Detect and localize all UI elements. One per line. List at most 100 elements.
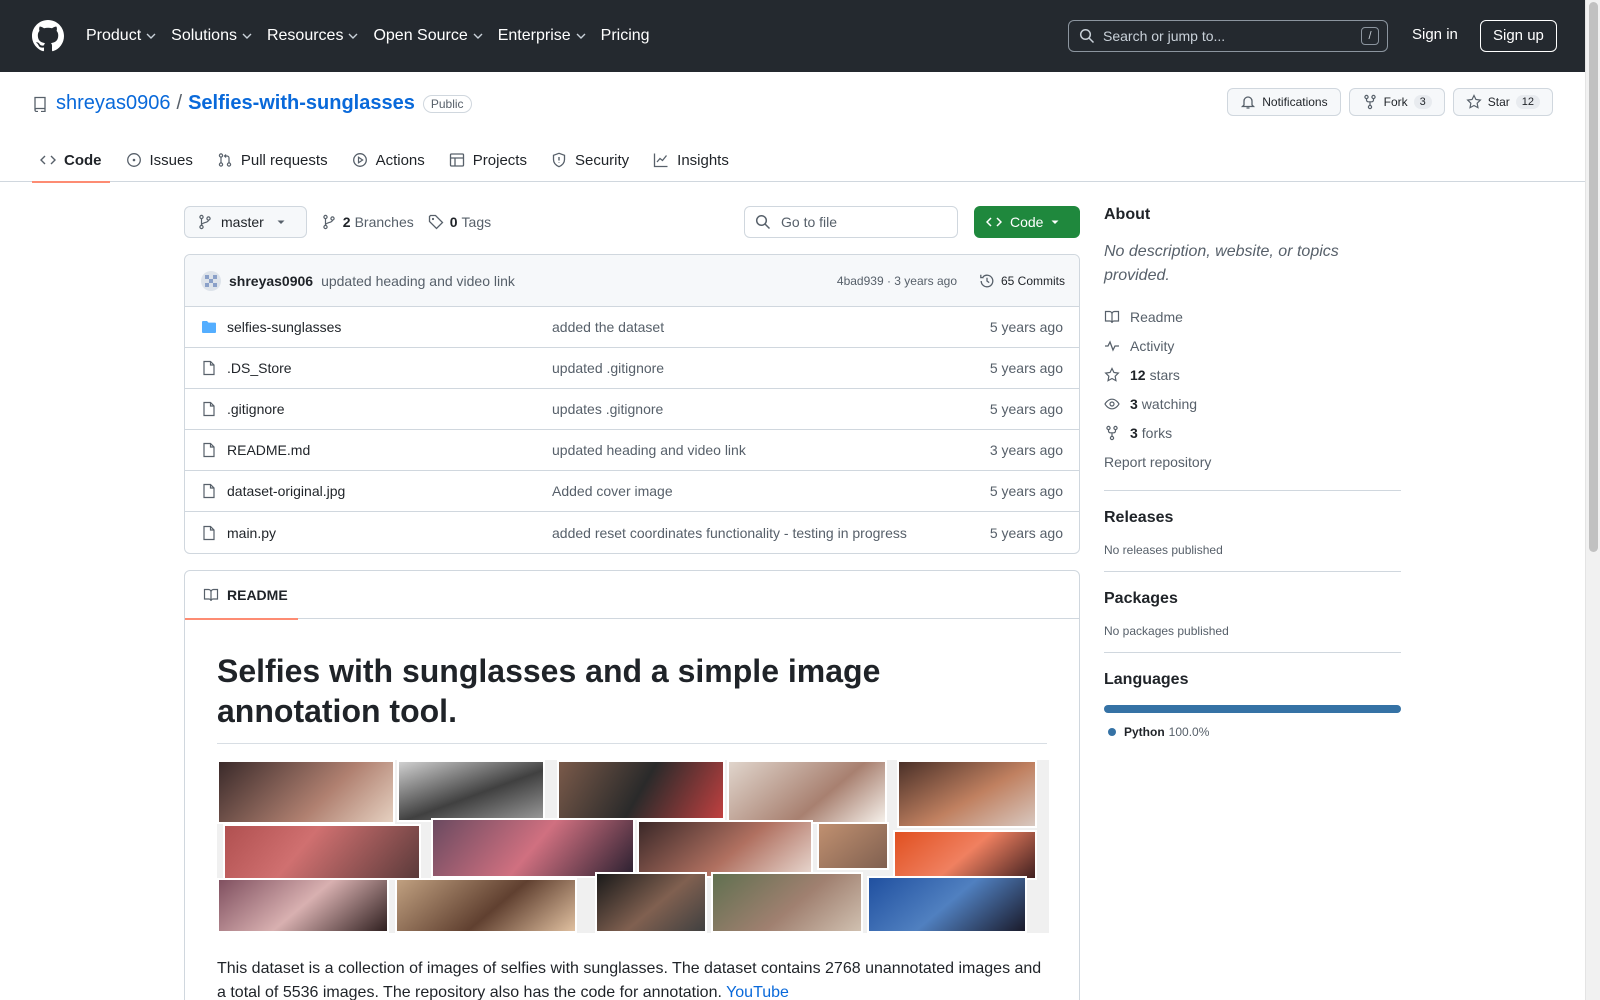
go-to-file-placeholder: Go to file [781, 214, 838, 230]
file-commit-message[interactable]: added reset coordinates functionality - … [552, 525, 907, 541]
tab-label: Security [574, 151, 630, 169]
youtube-link[interactable]: YouTube [726, 984, 789, 1000]
commits-history-link[interactable]: 65 Commits [979, 273, 1065, 289]
repo-title: shreyas0906 / Selfies-with-sunglasses Pu… [32, 92, 472, 115]
nav-product[interactable]: Product [86, 27, 157, 45]
nav-pricing[interactable]: Pricing [601, 27, 650, 45]
tab-projects[interactable]: Projects [441, 138, 535, 182]
file-commit-message[interactable]: Added cover image [552, 483, 673, 499]
tab-security[interactable]: Security [543, 138, 637, 182]
sign-up-button[interactable]: Sign up [1480, 20, 1557, 52]
file-commit-message[interactable]: added the dataset [552, 319, 664, 335]
collage-photo [397, 760, 545, 822]
nav-resources[interactable]: Resources [267, 27, 359, 45]
file-commit-message[interactable]: updated .gitignore [552, 360, 664, 376]
repo-name-link[interactable]: Selfies-with-sunglasses [188, 92, 415, 115]
about-heading: About [1104, 206, 1151, 223]
scrollbar-thumb[interactable] [1589, 2, 1598, 552]
file-icon [203, 442, 215, 458]
fork-icon [1363, 94, 1376, 110]
tab-pull-requests[interactable]: Pull requests [209, 138, 336, 182]
forks-link[interactable]: 3 forks [1104, 418, 1401, 447]
notifications-button[interactable]: Notifications [1227, 88, 1341, 116]
chevron-down-icon [473, 33, 483, 39]
search-shortcut-key: / [1361, 27, 1379, 45]
tags-link[interactable]: 0 Tags [428, 214, 491, 230]
releases-heading[interactable]: Releases [1104, 509, 1401, 527]
languages-section: Languages Python 100.0% [1104, 652, 1401, 739]
forks-count: 3 [1130, 424, 1138, 441]
nav-enterprise[interactable]: Enterprise [498, 27, 587, 45]
activity-link[interactable]: Activity [1104, 331, 1401, 360]
tab-insights[interactable]: Insights [645, 138, 737, 182]
packages-heading[interactable]: Packages [1104, 590, 1401, 608]
nav-label: Open Source [373, 27, 468, 44]
fork-icon [1106, 425, 1118, 440]
sign-in-link[interactable]: Sign in [1412, 26, 1458, 43]
commit-hash-and-time[interactable]: 4bad939 · 3 years ago [837, 274, 957, 288]
watching-count: 3 [1130, 395, 1138, 412]
nav-label: Product [86, 27, 142, 44]
file-age: 5 years ago [989, 524, 1063, 541]
stars-link[interactable]: 12 stars [1104, 360, 1401, 389]
code-dropdown-button[interactable]: Code [974, 206, 1080, 238]
watching-link[interactable]: 3 watching [1104, 389, 1401, 418]
file-age: 5 years ago [989, 319, 1063, 335]
file-row[interactable]: .gitignore updates .gitignore 5 years ag… [185, 389, 1079, 430]
branches-link[interactable]: 2 Branches [321, 214, 414, 230]
readme-title: Selfies with sunglasses and a simple ima… [217, 651, 1047, 744]
global-search-input[interactable]: Search or jump to... / [1068, 20, 1388, 52]
collage-photo [557, 760, 725, 820]
branch-selector[interactable]: master [184, 206, 307, 238]
file-row[interactable]: dataset-original.jpg Added cover image 5… [185, 471, 1079, 512]
file-row[interactable]: README.md updated heading and video link… [185, 430, 1079, 471]
language-item[interactable]: Python 100.0% [1104, 725, 1401, 739]
report-repository-link[interactable]: Report repository [1104, 447, 1401, 476]
repo-owner-link[interactable]: shreyas0906 [56, 92, 171, 115]
file-name-link[interactable]: main.py [227, 525, 552, 541]
page-scrollbar[interactable] [1585, 0, 1600, 1000]
chevron-down-icon [348, 33, 358, 39]
nav-solutions[interactable]: Solutions [171, 27, 253, 45]
eye-icon [1104, 398, 1120, 409]
nav-open-source[interactable]: Open Source [373, 27, 483, 45]
file-name-link[interactable]: README.md [227, 442, 552, 458]
github-logo-icon[interactable] [32, 20, 64, 52]
collage-photo [395, 878, 577, 933]
tab-actions[interactable]: Actions [344, 138, 433, 182]
tab-label: Code [64, 151, 102, 169]
fork-count: 3 [1413, 95, 1432, 109]
file-row[interactable]: main.py added reset coordinates function… [185, 512, 1079, 553]
file-name-link[interactable]: dataset-original.jpg [227, 483, 552, 499]
collage-photo [217, 878, 389, 933]
language-color-dot [1108, 728, 1116, 736]
branch-icon [199, 214, 211, 230]
collage-photo [223, 824, 421, 880]
readme-paragraph-text: This dataset is a collection of images o… [217, 960, 1042, 1000]
go-to-file-input[interactable]: Go to file [744, 206, 958, 238]
star-button[interactable]: Star 12 [1452, 88, 1553, 116]
file-name-link[interactable]: .DS_Store [227, 360, 552, 376]
file-row-folder[interactable]: selfies-sunglasses added the dataset 5 y… [185, 307, 1079, 348]
notifications-label: Notifications [1262, 95, 1328, 109]
tab-issues[interactable]: Issues [118, 138, 201, 182]
fork-button[interactable]: Fork 3 [1348, 88, 1445, 116]
star-icon [1466, 94, 1482, 109]
file-commit-message[interactable]: updates .gitignore [552, 401, 663, 417]
folder-icon [202, 321, 216, 333]
tab-readme[interactable]: README [185, 571, 298, 620]
readme-link-label: Readme [1130, 308, 1183, 325]
collage-photo [217, 760, 395, 824]
tab-code[interactable]: Code [32, 138, 110, 183]
watching-label: watching [1141, 395, 1198, 412]
releases-empty-text: No releases published [1104, 543, 1223, 557]
file-row[interactable]: .DS_Store updated .gitignore 5 years ago [185, 348, 1079, 389]
readme-link[interactable]: Readme [1104, 302, 1401, 331]
nav-label: Resources [266, 27, 344, 44]
commit-message-link[interactable]: updated heading and video link [321, 273, 515, 289]
avatar[interactable] [201, 270, 221, 291]
file-name-link[interactable]: .gitignore [227, 401, 552, 417]
file-name-link[interactable]: selfies-sunglasses [227, 319, 552, 335]
file-commit-message[interactable]: updated heading and video link [552, 442, 746, 458]
commit-author-link[interactable]: shreyas0906 [229, 273, 313, 289]
